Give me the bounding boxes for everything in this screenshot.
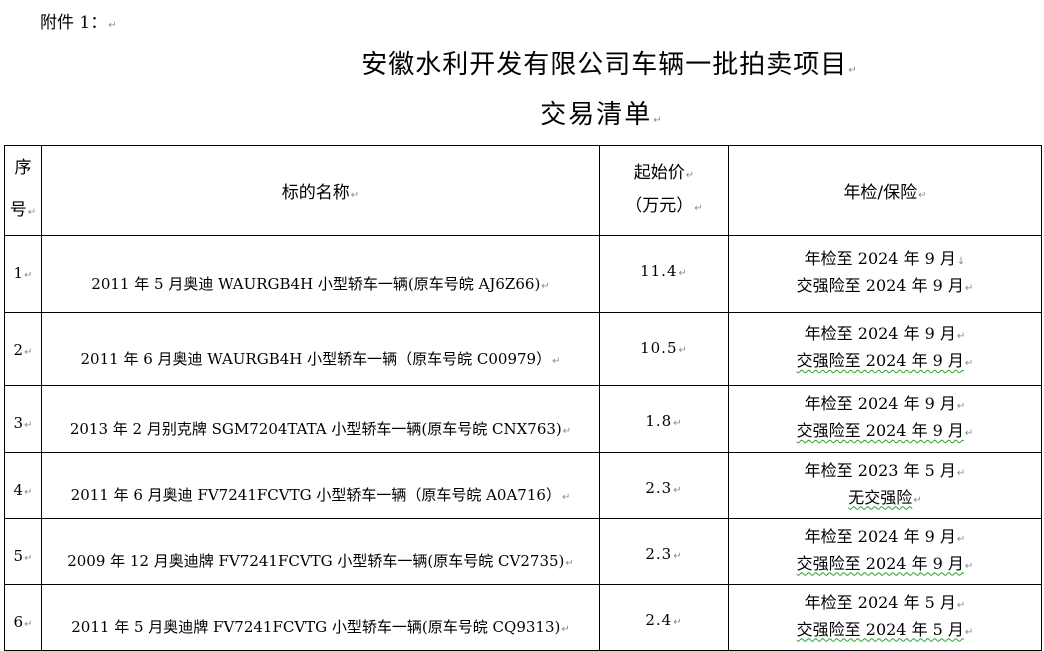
row-inspection: 年检至 2024 年 9 月↵ 交强险至 2024 年 9 月↵ [728, 312, 1042, 386]
row-price: 2.3↵ [599, 452, 729, 519]
document-title: 安徽水利开发有限公司车辆一批拍卖项目↵ [361, 50, 858, 80]
header-no: 序号↵ [4, 145, 42, 236]
row-inspection: 年检至 2024 年 9 月↵ 交强险至 2024 年 9 月↵ [728, 385, 1042, 453]
row-no: 5↵ [4, 518, 42, 585]
row-name: 2011 年 6 月奥迪 WAURGB4H 小型轿车一辆（原车号皖 C00979… [41, 312, 600, 386]
header-price: 起始价↵ （万元）↵ [599, 145, 729, 236]
row-no: 6↵ [4, 584, 42, 651]
row-no: 1↵ [4, 235, 42, 313]
row-name: 2011 年 6 月奥迪 FV7241FCVTG 小型轿车一辆（原车号皖 A0A… [41, 452, 600, 519]
row-inspection: 年检至 2024 年 5 月↵ 交强险至 2024 年 5 月↵ [728, 584, 1042, 651]
attachment-label: 附件 1：↵ [40, 13, 117, 33]
table-row: 5↵ 2009 年 12 月奥迪牌 FV7241FCVTG 小型轿车一辆(原车号… [4, 518, 1042, 585]
row-price: 2.4↵ [599, 584, 729, 651]
table-row: 1↵ 2011 年 5 月奥迪 WAURGB4H 小型轿车一辆(原车号皖 AJ6… [4, 235, 1042, 313]
header-name: 标的名称↵ [41, 145, 600, 236]
row-inspection: 年检至 2024 年 9 月↵ 交强险至 2024 年 9 月↵ [728, 518, 1042, 585]
header-inspection: 年检/保险↵ [728, 145, 1042, 236]
row-price: 1.8↵ [599, 385, 729, 453]
document-subtitle: 交易清单↵ [540, 100, 664, 130]
row-price: 11.4↵ [599, 235, 729, 313]
row-no: 2↵ [4, 312, 42, 386]
row-price: 2.3↵ [599, 518, 729, 585]
table-row: 4↵ 2011 年 6 月奥迪 FV7241FCVTG 小型轿车一辆（原车号皖 … [4, 452, 1042, 519]
table-header-row: 序号↵ 标的名称↵ 起始价↵ （万元）↵ 年检/保险↵ [4, 145, 1042, 236]
table-row: 3↵ 2013 年 2 月别克牌 SGM7204TATA 小型轿车一辆(原车号皖… [4, 385, 1042, 453]
row-price: 10.5↵ [599, 312, 729, 386]
row-no: 3↵ [4, 385, 42, 453]
table-row: 6↵ 2011 年 5 月奥迪牌 FV7241FCVTG 小型轿车一辆(原车号皖… [4, 584, 1042, 651]
auction-items-table: 序号↵ 标的名称↵ 起始价↵ （万元）↵ 年检/保险↵ 1↵ 2011 年 5 月… [4, 145, 1042, 651]
table-row: 2↵ 2011 年 6 月奥迪 WAURGB4H 小型轿车一辆（原车号皖 C00… [4, 312, 1042, 386]
row-inspection: 年检至 2023 年 5 月↵ 无交强险↵ [728, 452, 1042, 519]
row-inspection: 年检至 2024 年 9 月↓ 交强险至 2024 年 9 月↵ [728, 235, 1042, 313]
row-no: 4↵ [4, 452, 42, 519]
row-name: 2009 年 12 月奥迪牌 FV7241FCVTG 小型轿车一辆(原车号皖 C… [41, 518, 600, 585]
row-name: 2011 年 5 月奥迪 WAURGB4H 小型轿车一辆(原车号皖 AJ6Z66… [41, 235, 600, 313]
row-name: 2013 年 2 月别克牌 SGM7204TATA 小型轿车一辆(原车号皖 CN… [41, 385, 600, 453]
row-name: 2011 年 5 月奥迪牌 FV7241FCVTG 小型轿车一辆(原车号皖 CQ… [41, 584, 600, 651]
